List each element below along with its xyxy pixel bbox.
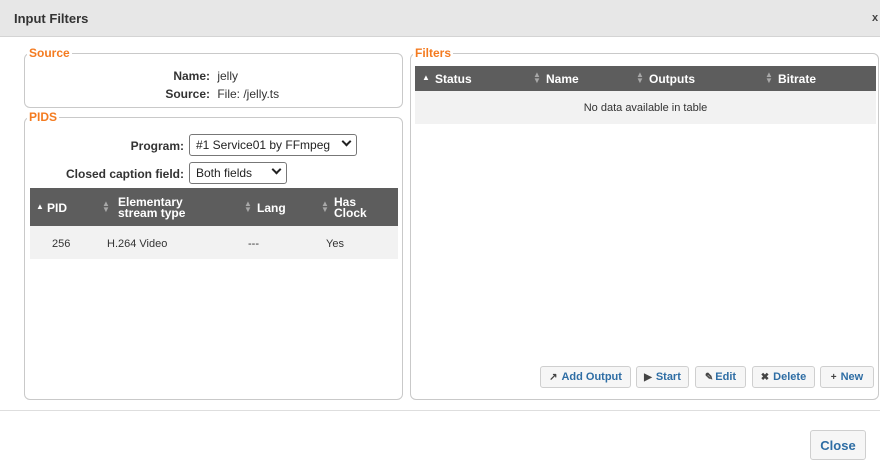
new-label: New — [840, 371, 864, 383]
caption-label: Closed caption field: — [65, 167, 184, 181]
start-label: Start — [655, 371, 681, 383]
filters-empty-message: No data available in table — [583, 102, 708, 114]
has-clock-cell: Yes — [326, 238, 344, 250]
source-file-row: Source: File: /jelly.ts — [120, 87, 279, 101]
program-select[interactable]: #1 Service01 by FFmpeg — [189, 134, 357, 156]
pids-table-header: ▲ PID ▲ ▼ Elementary stream type ▲ ▼ Lang … — [30, 188, 398, 226]
sort-icon: ▲ ▼ — [244, 199, 252, 214]
caption-select[interactable]: Both fields — [189, 162, 287, 184]
arrow-up-right-icon: ↗ — [549, 372, 558, 383]
program-row: Program: — [80, 139, 184, 153]
sort-icon: ▲ ▼ — [533, 70, 541, 85]
source-file-value: File: /jelly.ts — [217, 87, 280, 101]
filters-empty-row: No data available in table — [415, 91, 876, 124]
program-select-value: #1 Service01 by FFmpeg — [196, 138, 331, 152]
close-button[interactable]: Close — [810, 430, 866, 460]
table-row[interactable]: 256 H.264 Video --- Yes — [30, 226, 398, 259]
th-has-clock-line2: Clock — [334, 206, 367, 220]
sort-icon: ▲ ▼ — [765, 70, 773, 85]
delete-label: Delete — [773, 371, 807, 383]
source-name-label: Name: — [173, 69, 210, 83]
th-pid-label: PID — [47, 201, 68, 215]
stream-type-cell: H.264 Video — [107, 238, 168, 250]
source-legend: Source — [29, 46, 70, 60]
source-file-label: Source: — [165, 87, 210, 101]
add-output-button[interactable]: ↗ Add Output — [540, 366, 631, 388]
new-button[interactable]: + New — [820, 366, 874, 388]
th-status-label: Status — [435, 72, 472, 86]
caption-select-value: Both fields — [196, 166, 253, 180]
source-name-value: jelly — [217, 69, 239, 83]
th-lang-label: Lang — [257, 201, 286, 215]
add-output-label: Add Output — [561, 371, 622, 383]
th-stream-type-line2: stream type — [118, 206, 186, 220]
th-outputs-label: Outputs — [649, 72, 695, 86]
delete-button[interactable]: ✖ Delete — [752, 366, 815, 388]
sort-asc-icon: ▲ — [36, 202, 44, 211]
chevron-down-icon — [341, 136, 352, 147]
pids-legend: PIDS — [29, 110, 58, 124]
sort-asc-icon: ▲ — [422, 73, 430, 82]
th-bitrate-label: Bitrate — [778, 72, 817, 86]
filters-legend: Filters — [415, 46, 452, 60]
program-label: Program: — [130, 139, 184, 153]
caption-row: Closed caption field: — [50, 167, 184, 181]
edit-label: Edit — [715, 371, 737, 383]
dialog-title: Input Filters — [14, 11, 89, 26]
source-name-row: Name: jelly — [120, 69, 238, 83]
chevron-down-icon — [271, 164, 282, 175]
pencil-icon: ✎ — [704, 372, 714, 383]
play-icon: ▶ — [644, 372, 652, 383]
sort-icon: ▲ ▼ — [321, 199, 329, 214]
start-button[interactable]: ▶ Start — [636, 366, 689, 388]
edit-button[interactable]: ✎ Edit — [695, 366, 746, 388]
th-name-label: Name — [546, 72, 579, 86]
pid-cell: 256 — [52, 238, 71, 250]
sort-icon: ▲ ▼ — [102, 199, 110, 214]
dialog-close-icon[interactable]: x — [872, 12, 880, 26]
filters-table-header: ▲ Status ▲ ▼ Name ▲ ▼ Outputs ▲ ▼ Bitrate — [415, 66, 876, 91]
dialog-footer: Close — [0, 410, 880, 467]
x-icon: ✖ — [760, 372, 770, 383]
plus-icon: + — [830, 372, 837, 383]
dialog-titlebar: Input Filters x — [0, 0, 880, 37]
sort-icon: ▲ ▼ — [636, 70, 644, 85]
lang-cell: --- — [248, 238, 259, 250]
